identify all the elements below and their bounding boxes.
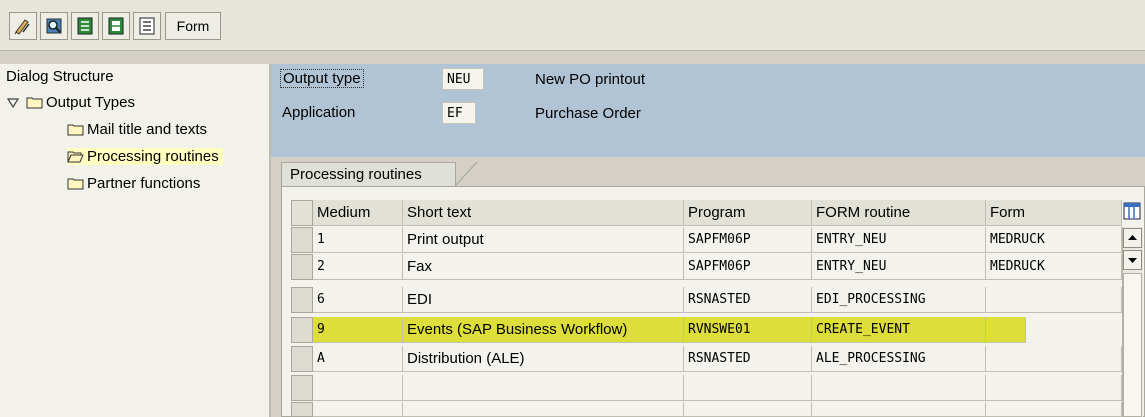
- row-selector[interactable]: [291, 287, 313, 313]
- scrollbar-thumb[interactable]: [1123, 273, 1142, 417]
- column-header-form[interactable]: Form: [986, 200, 1122, 226]
- select-block-icon: [108, 17, 124, 35]
- cell-form[interactable]: MEDRUCK: [986, 227, 1122, 253]
- cell-program[interactable]: SAPFM06P: [684, 254, 812, 280]
- where-used-button[interactable]: [40, 12, 68, 40]
- empty-cell[interactable]: [403, 402, 684, 417]
- empty-cell[interactable]: [812, 375, 986, 401]
- cell-short-text[interactable]: EDI: [403, 287, 684, 313]
- empty-cell[interactable]: [313, 402, 403, 417]
- empty-cell[interactable]: [684, 402, 812, 417]
- column-header-form-routine[interactable]: FORM routine: [812, 200, 986, 226]
- scroll-down-button[interactable]: [1123, 250, 1142, 270]
- cell-medium[interactable]: 2: [313, 254, 403, 280]
- tree-node-label: Output Types: [46, 94, 135, 111]
- row-selector[interactable]: [291, 227, 313, 253]
- dialog-structure-panel: Dialog Structure Output Types Mail title…: [0, 64, 271, 417]
- empty-cell[interactable]: [403, 375, 684, 401]
- header-area: Output type NEU New PO printout Applicat…: [271, 64, 1145, 157]
- cell-form-routine[interactable]: ENTRY_NEU: [812, 227, 986, 253]
- cell-medium[interactable]: 9: [313, 317, 403, 343]
- tree-node-partner-functions[interactable]: Partner functions: [67, 175, 200, 192]
- display-change-button[interactable]: [9, 12, 37, 40]
- cell-medium[interactable]: A: [313, 346, 403, 372]
- row-selector[interactable]: [291, 254, 313, 280]
- row-selector[interactable]: [291, 317, 313, 343]
- empty-cell[interactable]: [313, 375, 403, 401]
- cell-form-routine[interactable]: ENTRY_NEU: [812, 254, 986, 280]
- select-block-button[interactable]: [102, 12, 130, 40]
- tab-edge: [455, 162, 478, 187]
- empty-cell[interactable]: [812, 402, 986, 417]
- cell-medium[interactable]: 1: [313, 227, 403, 253]
- column-settings-button[interactable]: [1122, 200, 1142, 222]
- cell-form-routine[interactable]: ALE_PROCESSING: [812, 346, 986, 372]
- cell-program[interactable]: RVNSWE01: [684, 317, 812, 343]
- cell-medium[interactable]: 6: [313, 287, 403, 313]
- output-type-text: New PO printout: [535, 71, 646, 88]
- row-selector[interactable]: [291, 402, 313, 417]
- column-header-medium[interactable]: Medium: [313, 200, 403, 226]
- empty-cell[interactable]: [986, 375, 1122, 401]
- folder-icon: [26, 96, 43, 109]
- cell-program[interactable]: RSNASTED: [684, 346, 812, 372]
- open-folder-icon: [67, 150, 84, 163]
- select-all-rows-button[interactable]: [291, 200, 313, 226]
- cell-form[interactable]: [986, 287, 1122, 313]
- tree-node-label: Partner functions: [87, 175, 201, 192]
- dialog-structure-title: Dialog Structure: [6, 68, 114, 85]
- tree-node-label: Mail title and texts: [87, 121, 208, 138]
- deselect-all-icon: [139, 17, 155, 35]
- output-type-label: Output type: [280, 69, 364, 88]
- tree-node-mail-title[interactable]: Mail title and texts: [67, 121, 207, 138]
- row-selector[interactable]: [291, 375, 313, 401]
- cell-short-text[interactable]: Print output: [403, 227, 684, 253]
- tree-node-processing-routines[interactable]: Processing routines: [67, 148, 223, 165]
- display-change-icon: [14, 19, 30, 35]
- cell-form-routine[interactable]: EDI_PROCESSING: [812, 287, 986, 313]
- output-type-field[interactable]: NEU: [442, 68, 484, 90]
- cell-short-text[interactable]: Fax: [403, 254, 684, 280]
- where-used-icon: [46, 18, 62, 34]
- cell-program[interactable]: RSNASTED: [684, 287, 812, 313]
- cell-program[interactable]: SAPFM06P: [684, 227, 812, 253]
- column-header-short-text[interactable]: Short text: [403, 200, 684, 226]
- table-settings-icon: [1123, 202, 1141, 220]
- cell-form[interactable]: MEDRUCK: [986, 254, 1122, 280]
- form-button[interactable]: Form: [165, 12, 221, 40]
- column-header-program[interactable]: Program: [684, 200, 812, 226]
- application-label: Application: [282, 104, 356, 121]
- cell-form[interactable]: [986, 346, 1122, 372]
- tree-node-output-types[interactable]: Output Types: [6, 94, 135, 111]
- application-field[interactable]: EF: [442, 102, 476, 124]
- cell-short-text[interactable]: Events (SAP Business Workflow): [403, 317, 684, 343]
- application-text: Purchase Order: [535, 105, 641, 122]
- folder-icon: [67, 177, 84, 190]
- arrow-up-icon: [1128, 235, 1137, 240]
- arrow-down-icon: [1128, 258, 1137, 263]
- empty-cell[interactable]: [684, 375, 812, 401]
- row-selector[interactable]: [291, 346, 313, 372]
- application-toolbar: Form: [0, 0, 1145, 51]
- cell-short-text[interactable]: Distribution (ALE): [403, 346, 684, 372]
- expand-triangle-icon[interactable]: [6, 96, 20, 110]
- tab-processing-routines[interactable]: Processing routines: [281, 162, 456, 186]
- empty-cell[interactable]: [986, 402, 1122, 417]
- cell-form-routine[interactable]: CREATE_EVENT: [812, 317, 986, 343]
- deselect-all-button[interactable]: [133, 12, 161, 40]
- folder-icon: [67, 123, 84, 136]
- select-all-button[interactable]: [71, 12, 99, 40]
- scroll-up-button[interactable]: [1123, 228, 1142, 248]
- cell-form[interactable]: [986, 317, 1026, 343]
- tree-node-label: Processing routines: [87, 148, 219, 165]
- select-all-icon: [77, 17, 93, 35]
